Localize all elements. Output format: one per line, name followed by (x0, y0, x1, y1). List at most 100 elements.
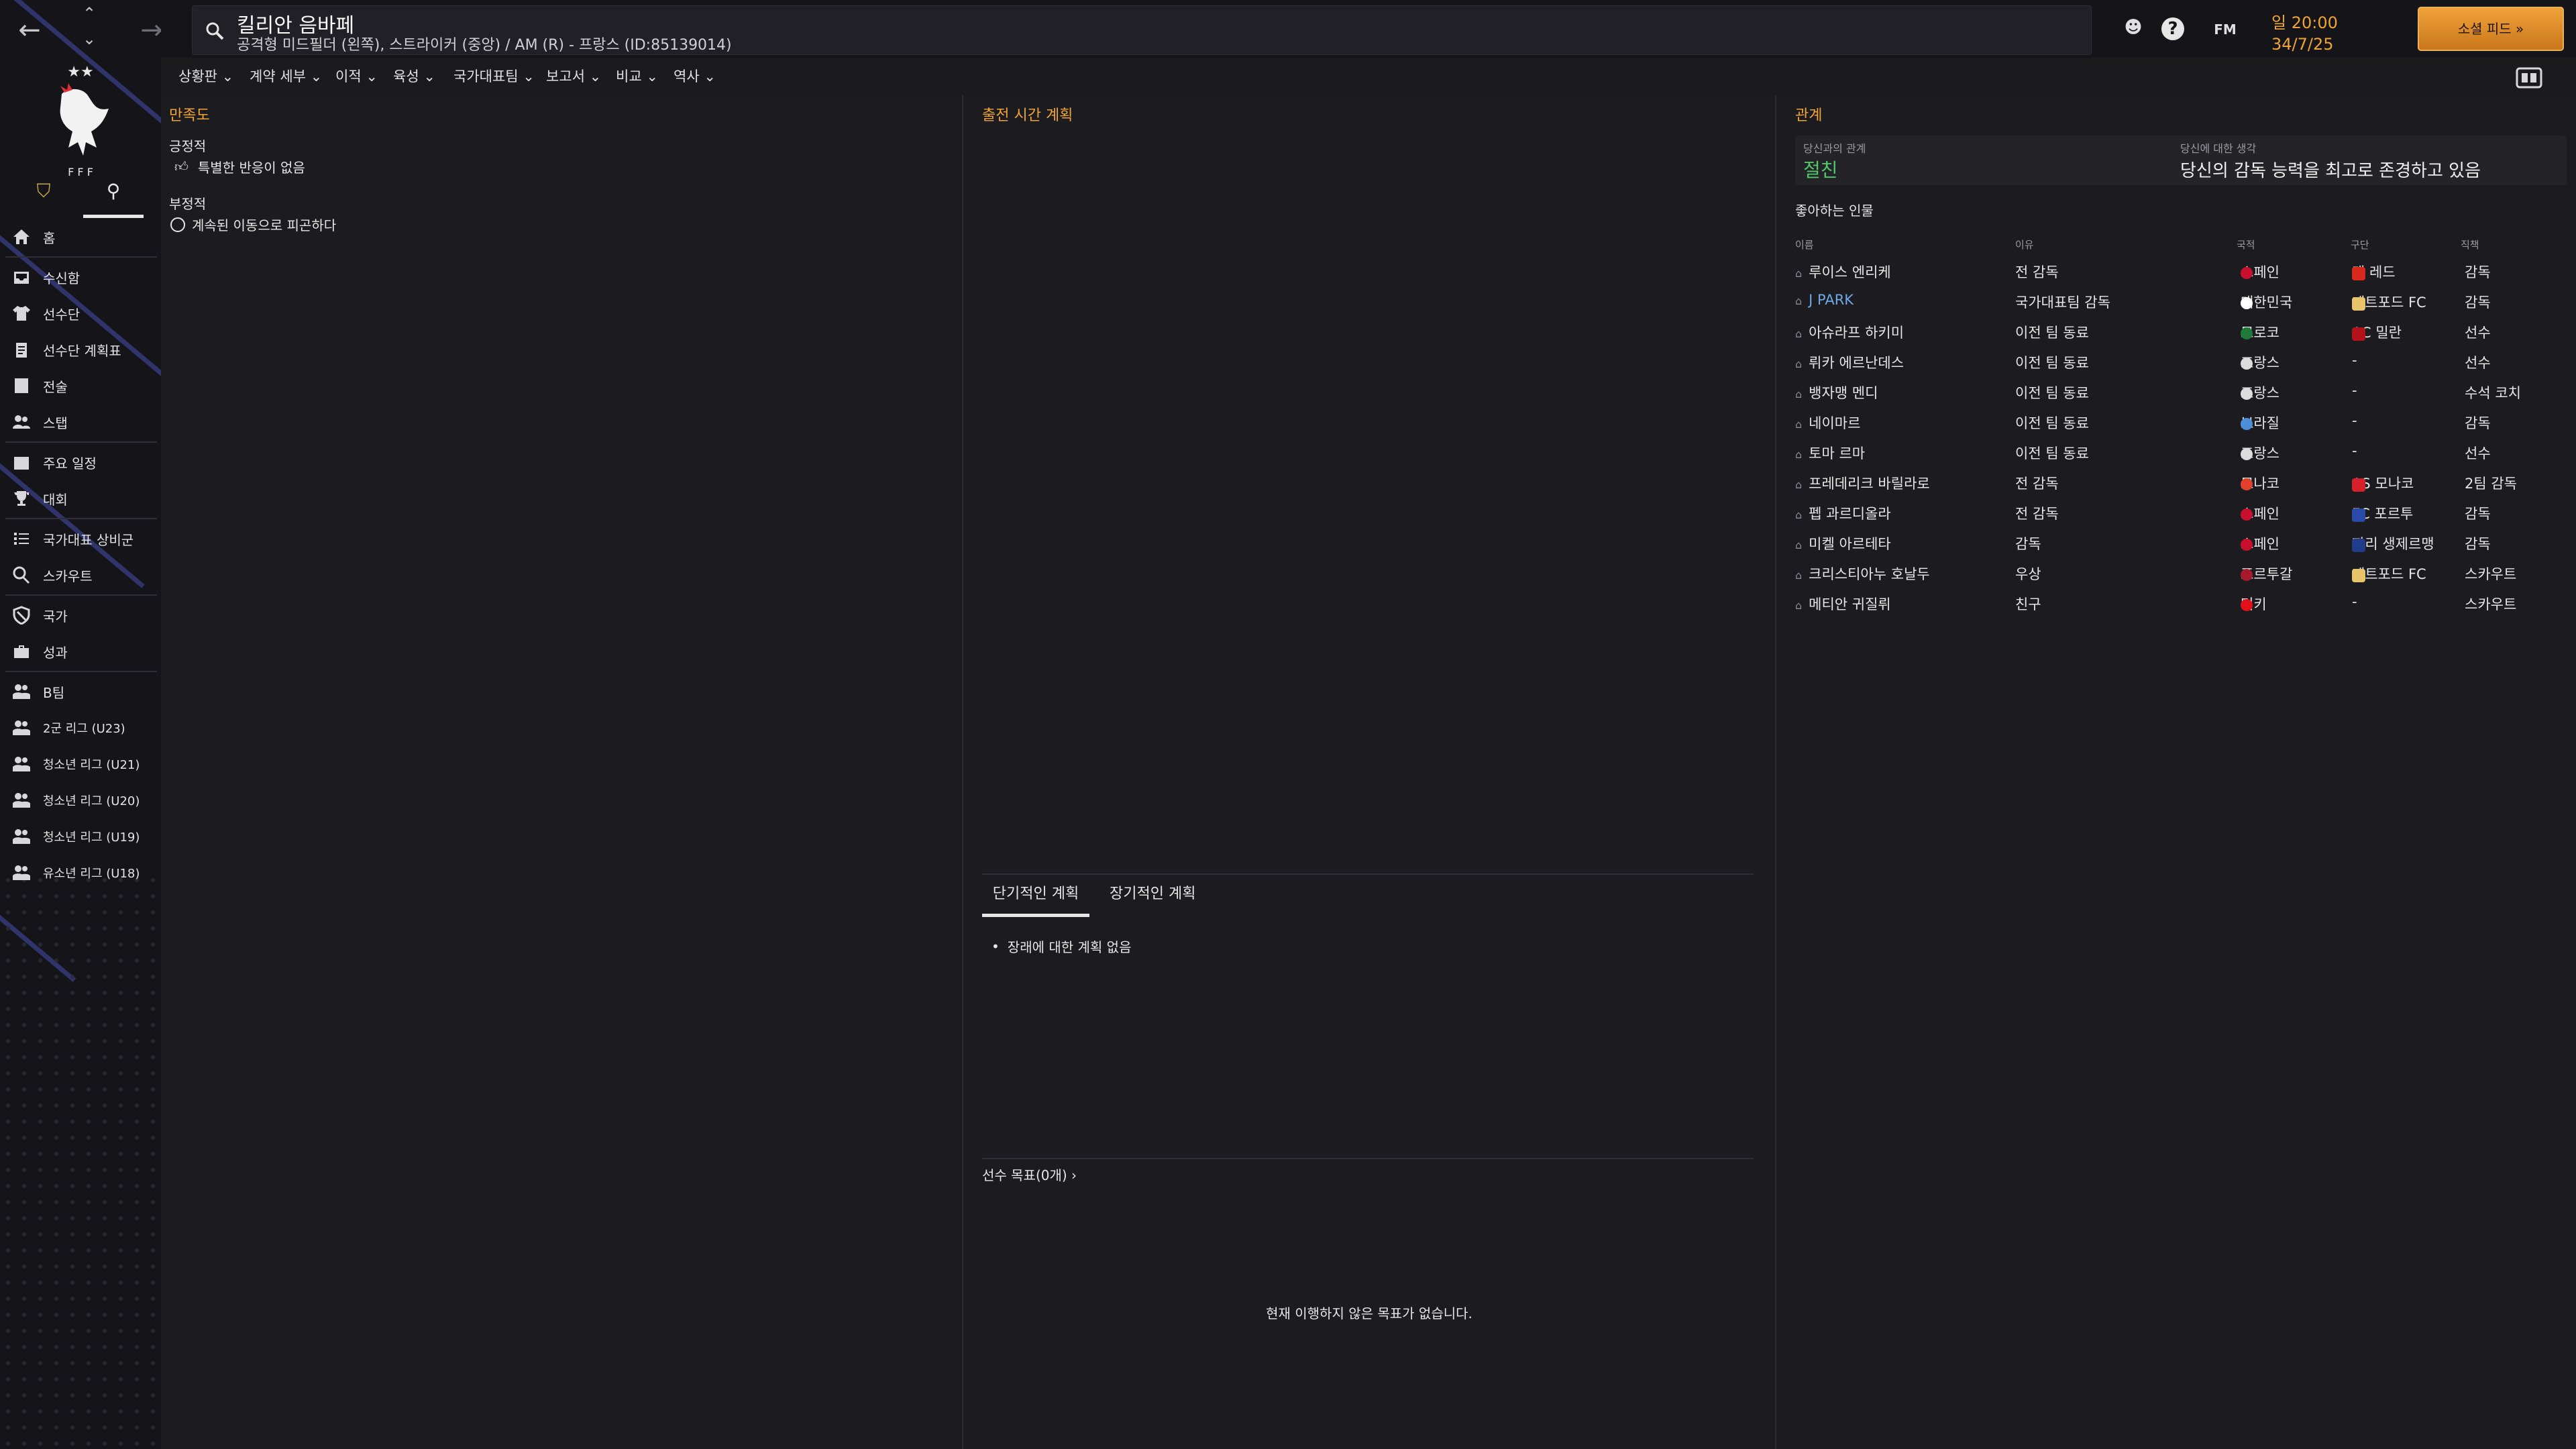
sidebar-item-17[interactable]: 청소년 리그 (U19) (0, 818, 161, 855)
person-name-cell[interactable]: ⌂ 뤼카 에르난데스 (1795, 352, 1904, 372)
sidebar-item-5[interactable]: 전술 (0, 368, 161, 404)
subtab-development[interactable]: 육성 ⌄ (393, 66, 435, 95)
sidebar-item-9[interactable]: 국가대표 상비군 (0, 521, 161, 557)
person-name-cell[interactable]: ⌂ 아슈라프 하키미 (1795, 322, 1904, 342)
sidebar-item-12[interactable]: 성과 (0, 633, 161, 669)
sidebar-item-16[interactable]: 청소년 리그 (U20) (0, 782, 161, 818)
nation-cell[interactable]: 프랑스 (2241, 352, 2279, 372)
subtab-overview[interactable]: 상황판 ⌄ (178, 66, 234, 99)
nation-cell[interactable]: 프랑스 (2241, 382, 2279, 402)
person-name: 미켈 아르테타 (1809, 536, 1891, 552)
subtab-national-team[interactable]: 국가대표팀 ⌄ (453, 66, 535, 95)
nation-cell[interactable]: 프랑스 (2241, 443, 2279, 463)
sidebar-item-4[interactable]: 선수단 계획표 (0, 331, 161, 368)
forward-arrow-icon[interactable]: → (131, 13, 161, 47)
sidebar-item-14[interactable]: 2군 리그 (U23) (0, 710, 161, 746)
subtab-transfer[interactable]: 이적 ⌄ (335, 66, 378, 95)
subtab-contract[interactable]: 계약 세부 ⌄ (250, 66, 322, 95)
sidebar-item-3[interactable]: 선수단 (0, 295, 161, 331)
sidebar-item-13[interactable]: B팀 (0, 674, 161, 710)
person-name-cell[interactable]: ⌂ 루이스 엔리케 (1795, 262, 1891, 282)
sidebar-item-label: 수신함 (43, 270, 80, 286)
goals-empty-text: 현재 이행하지 않은 목표가 없습니다. (1266, 1305, 1472, 1322)
table-row[interactable]: ⌂ 크리스티아누 호날두 우상 포르투갈 데트포드 FC 스카우트 (1795, 558, 2567, 588)
table-row[interactable]: ⌂ 토마 르마 이전 팀 동료 프랑스 - 선수 (1795, 437, 2567, 468)
club-cell[interactable]: AS 모나코 (2352, 473, 2414, 493)
game-clock[interactable]: 일 20:00 34/7/25 (2271, 5, 2365, 54)
sidebar-item-10[interactable]: 스카우트 (0, 557, 161, 593)
playtime-plan-panel: 출전 시간 계획 단기적인 계획 장기적인 계획 • 장래에 대한 계획 없음 … (962, 95, 1776, 1449)
person-icon: ⌂ (1795, 448, 1803, 461)
relationship-box: 당신과의 관계 절친 당신에 대한 생각 당신의 감독 능력을 최고로 존경하고… (1795, 136, 2567, 185)
sidebar-item-label: 청소년 리그 (U19) (43, 830, 140, 845)
nation-cell[interactable]: 스페인 (2241, 533, 2279, 553)
nation-cell[interactable]: 스페인 (2241, 262, 2279, 282)
person-name: 프레데리크 바릴라로 (1809, 476, 1930, 492)
table-row[interactable]: ⌂ 뱅자맹 멘디 이전 팀 동료 프랑스 - 수석 코치 (1795, 377, 2567, 407)
person-name-cell[interactable]: ⌂ 펩 과르디올라 (1795, 503, 1891, 523)
subtab-reports[interactable]: 보고서 ⌄ (546, 66, 601, 95)
fm-menu-button[interactable]: FM (2208, 17, 2242, 42)
reason-cell: 이전 팀 동료 (2015, 415, 2089, 431)
sidebar-item-7[interactable]: 주요 일정 (0, 444, 161, 480)
club-tab-national[interactable]: ⛉ (13, 180, 74, 215)
club-tab-team[interactable]: ⚲ (83, 180, 144, 218)
nation-cell[interactable]: 브라질 (2241, 413, 2279, 433)
club-cell[interactable]: FC 포르투 (2352, 503, 2413, 523)
sidebar-item-2[interactable]: 수신함 (0, 259, 161, 295)
club-cell[interactable]: 파리 생제르맹 (2352, 533, 2434, 553)
person-name-cell[interactable]: ⌂ 토마 르마 (1795, 443, 1865, 463)
nation-cell[interactable]: 포르투갈 (2241, 564, 2292, 584)
tab-long-term-plan[interactable]: 장기적인 계획 (1110, 881, 1195, 914)
club-cell[interactable]: 맨 레드 (2352, 262, 2396, 282)
table-row[interactable]: ⌂ 펩 과르디올라 전 감독 스페인 FC 포르투 감독 (1795, 498, 2567, 528)
favored-people-title: 좋아하는 인물 (1795, 203, 1874, 219)
nation-cell[interactable]: 모로코 (2241, 322, 2279, 342)
person-name-cell[interactable]: ⌂ 크리스티아누 호날두 (1795, 564, 1930, 584)
sidebar-item-label: 주요 일정 (43, 455, 97, 472)
table-row[interactable]: ⌂ 루이스 엔리케 전 감독 스페인 맨 레드 감독 (1795, 256, 2567, 286)
club-cell[interactable]: AC 밀란 (2352, 322, 2402, 342)
back-arrow-icon[interactable]: ← (9, 13, 50, 47)
chevron-up-icon[interactable]: ⌃ (79, 4, 99, 23)
player-search-box[interactable]: 킬리안 음바페 공격형 미드필더 (왼쪽), 스트라이커 (중앙) / AM (… (192, 5, 2092, 55)
team-icon (0, 863, 43, 882)
table-row[interactable]: ⌂ 네이마르 이전 팀 동료 브라질 - 감독 (1795, 407, 2567, 437)
sidebar-item-label: 스탭 (43, 415, 68, 431)
help-icon[interactable]: ? (2161, 17, 2184, 40)
club-cell[interactable]: 데트포드 FC (2352, 292, 2426, 312)
sidebar-item-1[interactable]: 홈 (0, 219, 161, 255)
person-name-cell[interactable]: ⌂ J PARK (1795, 292, 1854, 308)
social-feed-button[interactable]: 소셜 피드 » (2418, 7, 2564, 51)
search-icon (0, 566, 43, 584)
tab-short-term-plan[interactable]: 단기적인 계획 (982, 881, 1089, 917)
nation-cell[interactable]: 스페인 (2241, 503, 2279, 523)
club-name: - (2352, 352, 2357, 368)
person-name-cell[interactable]: ⌂ 프레데리크 바릴라로 (1795, 473, 1930, 493)
club-cell[interactable]: 데트포드 FC (2352, 564, 2426, 584)
sidebar-item-6[interactable]: 스탭 (0, 404, 161, 440)
nation-cell[interactable]: 터키 (2241, 594, 2267, 614)
table-row[interactable]: ⌂ 뤼카 에르난데스 이전 팀 동료 프랑스 - 선수 (1795, 347, 2567, 377)
person-name-cell[interactable]: ⌂ 네이마르 (1795, 413, 1860, 433)
person-name-cell[interactable]: ⌂ 메티안 귀질뤼 (1795, 594, 1891, 614)
nation-cell[interactable]: 모나코 (2241, 473, 2279, 493)
player-goals-link[interactable]: 선수 목표(0개) › (982, 1165, 1077, 1184)
sidebar-item-11[interactable]: 국가 (0, 597, 161, 633)
chevron-down-icon[interactable]: ⌄ (79, 30, 99, 48)
subtab-compare[interactable]: 비교 ⌄ (616, 66, 658, 95)
table-row[interactable]: ⌂ J PARK 국가대표팀 감독 대한민국 데트포드 FC 감독 (1795, 286, 2567, 317)
table-row[interactable]: ⌂ 아슈라프 하키미 이전 팀 동료 모로코 AC 밀란 선수 (1795, 317, 2567, 347)
sidebar-item-18[interactable]: 유소년 리그 (U18) (0, 855, 161, 891)
brain-icon[interactable]: ☻ (2121, 17, 2145, 42)
sidebar-item-15[interactable]: 청소년 리그 (U21) (0, 746, 161, 782)
nation-cell[interactable]: 대한민국 (2241, 292, 2292, 312)
person-name-cell[interactable]: ⌂ 미켈 아르테타 (1795, 533, 1891, 553)
subtab-history[interactable]: 역사 ⌄ (674, 66, 716, 95)
layout-grid-icon[interactable] (2516, 67, 2542, 89)
sidebar-item-8[interactable]: 대회 (0, 480, 161, 517)
table-row[interactable]: ⌂ 미켈 아르테타 감독 스페인 파리 생제르맹 감독 (1795, 528, 2567, 558)
person-name-cell[interactable]: ⌂ 뱅자맹 멘디 (1795, 382, 1878, 402)
table-row[interactable]: ⌂ 메티안 귀질뤼 친구 터키 - 스카우트 (1795, 588, 2567, 619)
table-row[interactable]: ⌂ 프레데리크 바릴라로 전 감독 모나코 AS 모나코 2팀 감독 (1795, 468, 2567, 498)
